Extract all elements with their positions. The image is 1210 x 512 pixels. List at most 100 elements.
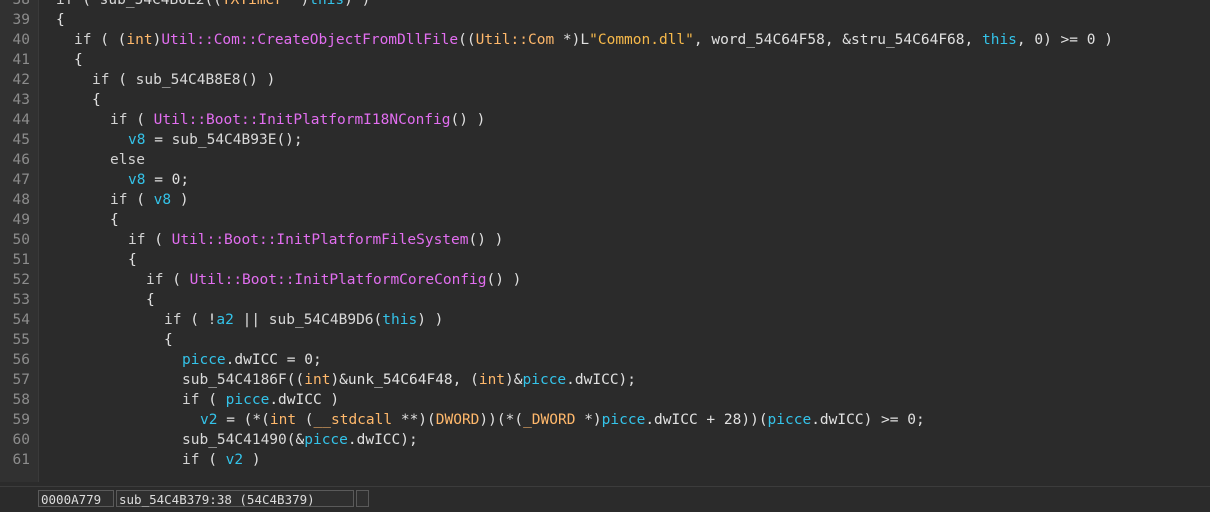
code-line[interactable]: if ( Util::Boot::InitPlatformCoreConfig(… [38, 270, 1210, 290]
code-line[interactable]: if ( sub_54C4B6E2((TXTimer *)this) ) [38, 0, 1210, 10]
line-number: 51 [12, 252, 30, 268]
code-line[interactable]: else [38, 150, 1210, 170]
code-token: v8 [128, 132, 146, 148]
code-line[interactable]: { [38, 290, 1210, 310]
line-number: 48 [12, 192, 30, 208]
code-token: { [56, 12, 65, 28]
code-line[interactable]: if ( (int)Util::Com::CreateObjectFromDll… [38, 30, 1210, 50]
line-number: 57 [12, 372, 30, 388]
line-number: 39 [12, 12, 30, 28]
code-token: int [269, 412, 297, 428]
line-number: 42 [12, 72, 30, 88]
code-token: v2 [200, 412, 218, 428]
code-line[interactable]: v8 = sub_54C4B93E(); [38, 130, 1210, 150]
code-line[interactable]: v8 = 0; [38, 170, 1210, 190]
code-line[interactable]: picce.dwICC = 0; [38, 350, 1210, 370]
code-token: ))(*( [479, 412, 524, 428]
code-token: (( [204, 0, 222, 8]
code-token: L [580, 32, 590, 48]
code-token: ( [373, 312, 383, 328]
code-line[interactable]: if ( sub_54C4B8E8() ) [38, 70, 1210, 90]
code-token: .dwICC); [347, 432, 418, 448]
code-token: __stdcall [313, 412, 393, 428]
code-line[interactable]: sub_54C4186F((int)&unk_54C64F48, (int)&p… [38, 370, 1210, 390]
code-text: sub_54C41490(&picce.dwICC); [182, 430, 418, 450]
code-line[interactable]: if ( v2 ) [38, 450, 1210, 470]
code-line[interactable]: sub_54C41490(&picce.dwICC); [38, 430, 1210, 450]
code-text: v8 = sub_54C4B93E(); [128, 130, 303, 150]
code-line[interactable]: if ( v8 ) [38, 190, 1210, 210]
code-line[interactable]: { [38, 210, 1210, 230]
code-line[interactable]: if ( picce.dwICC ) [38, 390, 1210, 410]
status-offset: 0000A779 [38, 490, 114, 507]
line-number: 38 [12, 0, 30, 8]
code-token: (( [286, 372, 305, 388]
code-line[interactable]: { [38, 50, 1210, 70]
code-token: "Common.dll" [589, 32, 694, 48]
code-token: (( [458, 32, 476, 48]
code-line[interactable]: if ( !a2 || sub_54C4B9D6(this) ) [38, 310, 1210, 330]
code-token: a2 [216, 312, 234, 328]
code-line[interactable]: { [38, 250, 1210, 270]
code-token: picce [601, 412, 646, 428]
code-token: int [126, 32, 153, 48]
code-line[interactable]: { [38, 330, 1210, 350]
code-token: if [56, 0, 74, 8]
code-token: picce [182, 352, 226, 368]
code-token: ( [163, 272, 190, 288]
line-number: 45 [12, 132, 30, 148]
code-token: this [309, 0, 345, 8]
code-token: if [92, 72, 110, 88]
code-token: picce [225, 392, 270, 408]
code-line[interactable]: if ( Util::Boot::InitPlatformFileSystem(… [38, 230, 1210, 250]
code-token: sub_54C4B9D6 [268, 312, 374, 328]
pseudocode-editor[interactable]: 38 39 40 41 42 43 44 45 46 47 48 49 50 51 52 53 54 55 56 57… [0, 0, 1210, 482]
code-text: { [56, 10, 65, 30]
code-token: () ) [486, 272, 522, 288]
code-token: , 0) >= 0 ) [1016, 32, 1113, 48]
code-token: v2 [225, 452, 244, 468]
code-token: )&unk_54C64F48, ( [330, 372, 479, 388]
code-token: if [110, 192, 128, 208]
code-token: || [233, 312, 269, 328]
code-token: (& [286, 432, 305, 448]
code-token: else [110, 152, 145, 168]
line-number: 41 [12, 52, 30, 68]
line-number: 55 [12, 332, 30, 348]
line-number: 59 [12, 412, 30, 428]
code-token: picce [767, 412, 812, 428]
line-number-gutter: 38 39 40 41 42 43 44 45 46 47 48 49 50 51 52 53 54 55 56 57… [0, 0, 39, 482]
line-number: 40 [12, 32, 30, 48]
code-text: v8 = 0; [128, 170, 189, 190]
code-token: ( [127, 192, 154, 208]
code-token: sub_54C4186F [182, 372, 287, 388]
line-number: 58 [12, 392, 30, 408]
code-token: () ) [450, 112, 486, 128]
code-token: _DWORD [523, 412, 576, 428]
code-token: ( [109, 72, 136, 88]
line-number: 53 [12, 292, 30, 308]
code-token: ) [171, 192, 189, 208]
code-line[interactable]: { [38, 10, 1210, 30]
code-line[interactable]: v2 = (*(int (__stdcall **)(DWORD))(*(_DW… [38, 410, 1210, 430]
code-token: )& [505, 372, 523, 388]
code-token: if [74, 32, 92, 48]
code-token: ( [296, 412, 314, 428]
code-token: this [981, 32, 1017, 48]
code-text: if ( !a2 || sub_54C4B9D6(this) ) [164, 310, 443, 330]
code-line[interactable]: { [38, 90, 1210, 110]
code-text: v2 = (*(int (__stdcall **)(DWORD))(*(_DW… [200, 410, 925, 430]
line-number: 56 [12, 352, 30, 368]
code-text: { [164, 330, 173, 350]
line-number: 61 [12, 452, 30, 468]
code-token: sub_54C41490 [182, 432, 287, 448]
code-line[interactable]: if ( Util::Boot::InitPlatformI18NConfig(… [38, 110, 1210, 130]
code-token: ) ) [417, 312, 444, 328]
status-extra [356, 490, 369, 507]
code-token: ( ( [91, 32, 127, 48]
code-token: if [182, 452, 200, 468]
code-area[interactable]: if ( sub_54C4B6E2((TXTimer *)this) ){if … [38, 0, 1210, 482]
code-token: picce [304, 432, 348, 448]
code-text: if ( (int)Util::Com::CreateObjectFromDll… [74, 30, 1113, 50]
code-token: Util::Boot::InitPlatformCoreConfig [189, 272, 487, 288]
